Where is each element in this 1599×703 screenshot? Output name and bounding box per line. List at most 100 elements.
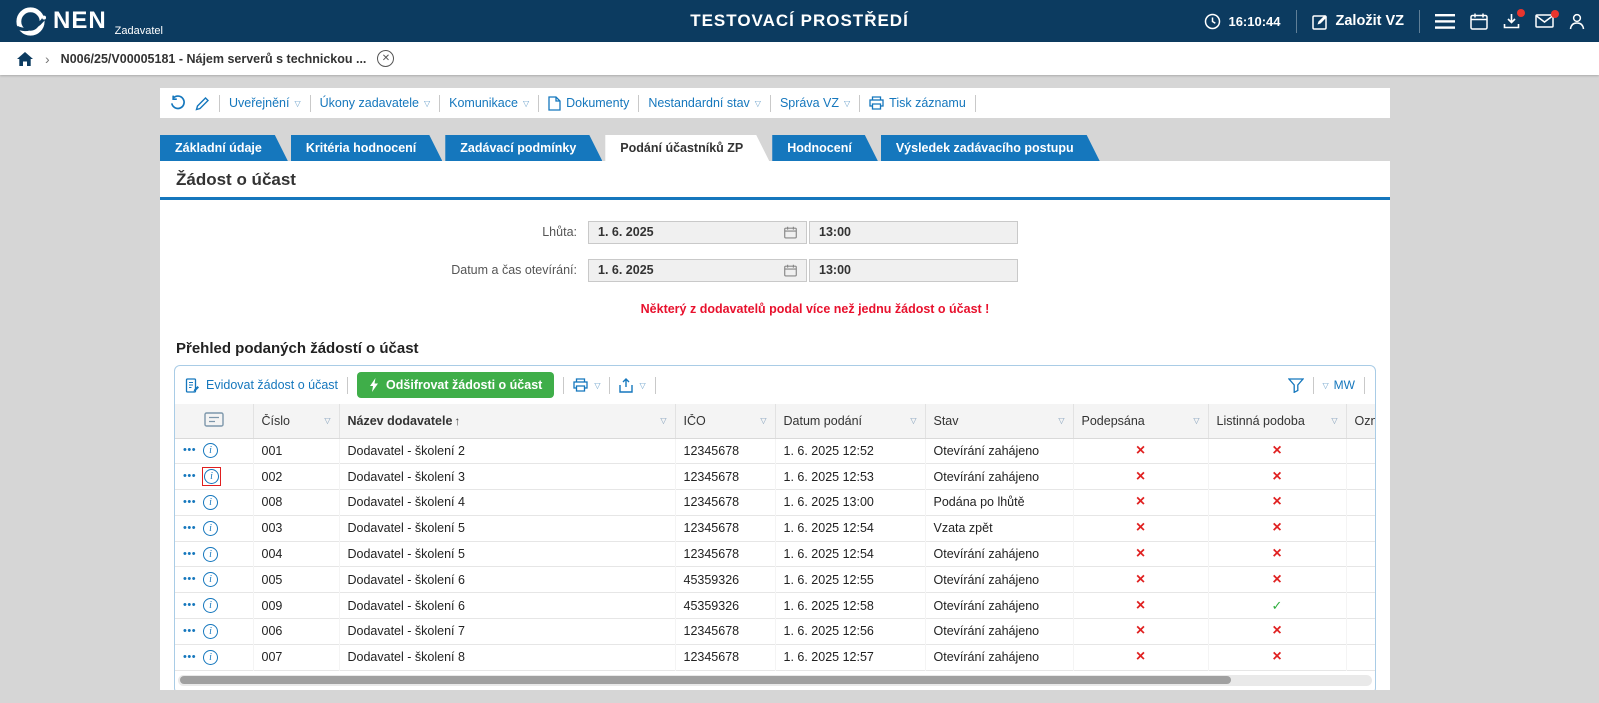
filter-dropdown-icon[interactable]: ▽ bbox=[1058, 416, 1064, 425]
filter-dropdown-icon[interactable]: ▽ bbox=[760, 416, 766, 425]
col-header-stav[interactable]: Stav ▽ bbox=[925, 404, 1074, 439]
cell-datum-podani: 1. 6. 2025 12:55 bbox=[775, 566, 926, 593]
table-row[interactable]: ••• i 004 Dodavatel - školení 5 12345678 bbox=[175, 541, 1375, 567]
filter-dropdown-icon[interactable]: ▽ bbox=[1331, 416, 1337, 425]
row-info-icon[interactable]: i bbox=[203, 623, 219, 639]
toolbar-item-sprava-vz[interactable]: Správa VZ ▽ bbox=[780, 96, 850, 110]
col-header-nazev-dodavatele[interactable]: Název dodavatele ↑ ▽ bbox=[339, 404, 676, 439]
downloads-button[interactable] bbox=[1503, 9, 1525, 29]
toolbar-item-dokumenty[interactable]: Dokumenty bbox=[548, 95, 629, 111]
user-menu-button[interactable] bbox=[1569, 13, 1585, 30]
column-settings-icon[interactable] bbox=[204, 412, 224, 427]
filter-dropdown-icon[interactable]: ▽ bbox=[324, 416, 330, 425]
cell-ico: 45359326 bbox=[675, 566, 776, 593]
row-menu-icon[interactable]: ••• bbox=[183, 548, 196, 560]
row-menu-icon[interactable]: ••• bbox=[183, 522, 196, 534]
signed-flag-icon bbox=[1136, 599, 1145, 613]
row-menu-icon[interactable]: ••• bbox=[183, 471, 196, 482]
tab-podani-ucastniku-zp[interactable]: Podání účastníků ZP bbox=[605, 135, 769, 161]
calendar-icon[interactable] bbox=[784, 226, 797, 239]
column-settings-header[interactable] bbox=[175, 404, 254, 439]
breadcrumb: › N006/25/V00005181 - Nájem serverů s te… bbox=[0, 42, 1599, 75]
oteviran-label: Datum a čas otevírání: bbox=[451, 263, 577, 277]
row-info-icon[interactable]: i bbox=[204, 469, 220, 485]
tab-bar: Základní údaje Kritéria hodnocení Zadáva… bbox=[160, 135, 1390, 161]
table-row[interactable]: ••• i 005 Dodavatel - školení 6 45359326 bbox=[175, 566, 1375, 593]
tab-vysledek-zadavaciho-postupu[interactable]: Výsledek zadávacího postupu bbox=[881, 135, 1100, 161]
col-header-listinna-podoba[interactable]: Listinná podoba ▽ bbox=[1208, 404, 1347, 439]
table-row[interactable]: ••• i 001 Dodavatel - školení 2 12345678 bbox=[175, 438, 1375, 464]
col-header-oznacit[interactable]: Označ bbox=[1346, 404, 1375, 439]
row-info-icon[interactable]: i bbox=[203, 546, 219, 562]
row-info-icon[interactable]: i bbox=[203, 598, 219, 614]
toolbar-item-komunikace[interactable]: Komunikace ▽ bbox=[449, 96, 529, 110]
table-row[interactable]: ••• i 008 Dodavatel - školení 4 12345678 bbox=[175, 489, 1375, 516]
toolbar-item-uverejneni[interactable]: Uveřejnění ▽ bbox=[229, 96, 301, 110]
print-menu-button[interactable]: ▽ bbox=[573, 378, 600, 392]
col-header-podepsana[interactable]: Podepsána ▽ bbox=[1073, 404, 1209, 439]
filter-dropdown-icon[interactable]: ▽ bbox=[660, 416, 666, 425]
table-row[interactable]: ••• i 003 Dodavatel - školení 5 12345678 bbox=[175, 515, 1375, 542]
close-icon[interactable]: ✕ bbox=[377, 50, 395, 67]
tab-hodnoceni[interactable]: Hodnocení bbox=[772, 135, 878, 161]
col-header-ico[interactable]: IČO ▽ bbox=[675, 404, 776, 439]
row-menu-icon[interactable]: ••• bbox=[183, 445, 196, 456]
toolbar-separator bbox=[609, 376, 611, 394]
view-selector[interactable]: ▽ MW bbox=[1323, 378, 1355, 392]
decrypt-requests-label: Odšifrovat žádosti o účast bbox=[386, 378, 543, 392]
table-row[interactable]: ••• i 002 Dodavatel - školení 3 12345678 bbox=[175, 463, 1375, 490]
table-row[interactable]: ••• i 009 Dodavatel - školení 6 45359326 bbox=[175, 592, 1375, 619]
row-info-icon[interactable]: i bbox=[203, 649, 219, 665]
col-header-cislo[interactable]: Číslo ▽ bbox=[253, 404, 340, 439]
row-menu-icon[interactable]: ••• bbox=[183, 574, 196, 585]
menu-button[interactable] bbox=[1435, 13, 1455, 29]
row-menu-icon[interactable]: ••• bbox=[183, 496, 196, 508]
toolbar-item-label: Úkony zadavatele bbox=[319, 96, 419, 110]
cell-nazev-dodavatele: Dodavatel - školení 8 bbox=[339, 644, 676, 671]
tab-zakladni-udaje[interactable]: Základní údaje bbox=[160, 135, 288, 161]
paper-form-flag-icon bbox=[1272, 470, 1281, 484]
calendar-button[interactable] bbox=[1470, 13, 1488, 30]
breadcrumb-item[interactable]: N006/25/V00005181 - Nájem serverů s tech… bbox=[61, 52, 367, 66]
brand[interactable]: NEN Zadavatel bbox=[14, 5, 163, 38]
col-header-datum-podani[interactable]: Datum podání ▽ bbox=[775, 404, 926, 439]
lhuta-time-field[interactable]: 13:00 bbox=[809, 220, 1018, 244]
messages-button[interactable] bbox=[1535, 10, 1559, 28]
calendar-icon[interactable] bbox=[784, 264, 797, 277]
tab-kriteria-hodnoceni[interactable]: Kritéria hodnocení bbox=[291, 135, 442, 161]
filter-icon[interactable] bbox=[1287, 377, 1304, 393]
create-vz-button[interactable]: Založit VZ bbox=[1311, 13, 1404, 30]
toolbar-item-ukony-zadavatele[interactable]: Úkony zadavatele ▽ bbox=[320, 96, 431, 110]
filter-dropdown-icon[interactable]: ▽ bbox=[910, 416, 916, 425]
home-icon[interactable] bbox=[16, 51, 34, 67]
table-row[interactable]: ••• i 006 Dodavatel - školení 7 12345678 bbox=[175, 618, 1375, 645]
history-icon[interactable] bbox=[170, 95, 186, 111]
scrollbar-thumb[interactable] bbox=[180, 676, 1231, 685]
oteviran-time-field[interactable]: 13:00 bbox=[809, 258, 1018, 282]
table-row[interactable]: ••• i 007 Dodavatel - školení 8 12345678 bbox=[175, 644, 1375, 671]
lhuta-date-field[interactable]: 1. 6. 2025 bbox=[588, 220, 807, 244]
row-info-icon[interactable]: i bbox=[203, 494, 219, 510]
export-menu-button[interactable]: ▽ bbox=[619, 377, 646, 393]
register-request-button[interactable]: Evidovat žádost o účast bbox=[185, 377, 338, 393]
cell-stav: Otevírání zahájeno bbox=[925, 566, 1074, 593]
cell-cislo: 007 bbox=[253, 644, 340, 671]
row-info-icon[interactable]: i bbox=[203, 572, 219, 588]
row-info-icon[interactable]: i bbox=[203, 520, 219, 536]
toolbar-item-tisk-zaznamu[interactable]: Tisk záznamu bbox=[869, 96, 966, 110]
filter-dropdown-icon[interactable]: ▽ bbox=[1193, 416, 1199, 425]
decrypt-requests-button[interactable]: Odšifrovat žádosti o účast bbox=[357, 372, 555, 398]
cell-stav: Otevírání zahájeno bbox=[925, 644, 1074, 671]
row-menu-icon[interactable]: ••• bbox=[183, 651, 196, 663]
tab-zadavaci-podminky[interactable]: Zadávací podmínky bbox=[445, 135, 602, 161]
oteviran-date-field[interactable]: 1. 6. 2025 bbox=[588, 258, 807, 282]
horizontal-scrollbar[interactable] bbox=[178, 674, 1372, 686]
row-menu-icon[interactable]: ••• bbox=[183, 600, 196, 611]
cell-cislo: 005 bbox=[253, 566, 340, 593]
toolbar-item-nestandardni-stav[interactable]: Nestandardní stav ▽ bbox=[648, 96, 761, 110]
edit-icon[interactable] bbox=[195, 96, 210, 111]
row-menu-icon[interactable]: ••• bbox=[183, 625, 196, 637]
row-info-icon[interactable]: i bbox=[203, 443, 219, 459]
cell-nazev-dodavatele: Dodavatel - školení 5 bbox=[339, 541, 676, 567]
signed-flag-icon bbox=[1136, 444, 1145, 458]
